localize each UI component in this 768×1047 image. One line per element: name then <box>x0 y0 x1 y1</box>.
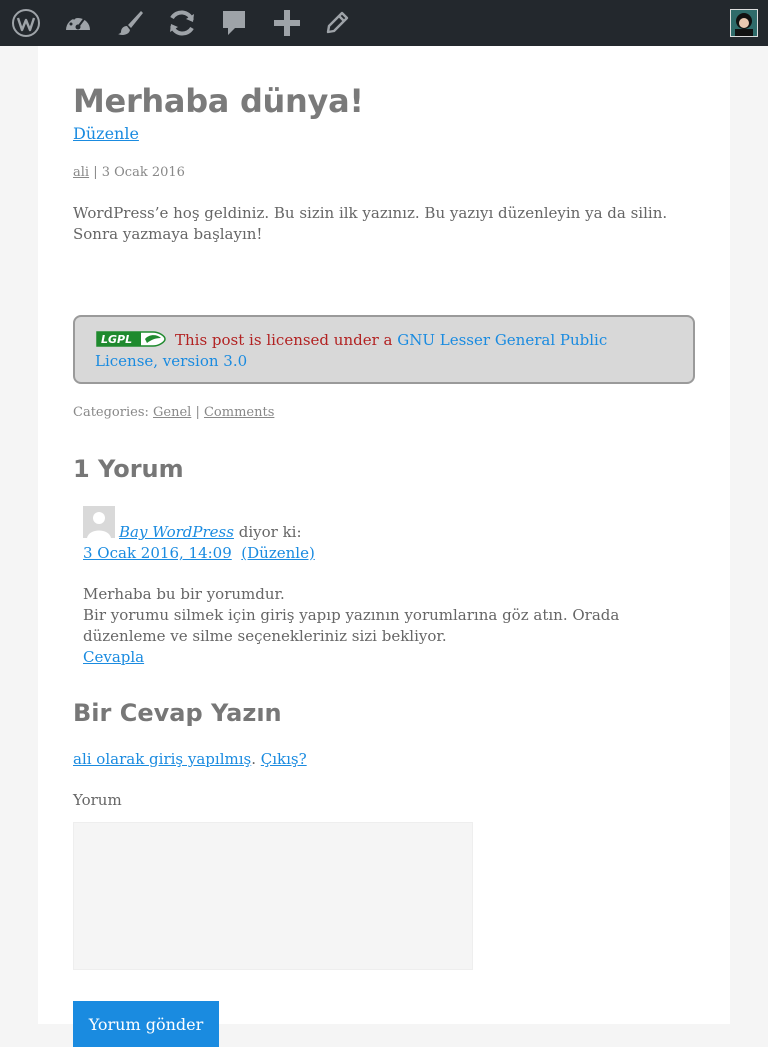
logged-in-dot: . <box>251 750 261 768</box>
comments-icon[interactable] <box>211 0 257 46</box>
svg-text:LGPL: LGPL <box>101 333 132 346</box>
dashboard-icon[interactable] <box>55 0 101 46</box>
license-box: LGPL This post is licensed under a GNU L… <box>73 315 695 384</box>
customize-icon[interactable] <box>107 0 153 46</box>
reply-link[interactable]: Cevapla <box>83 648 144 666</box>
comment-textarea[interactable] <box>73 822 473 970</box>
post-date: 3 Ocak 2016 <box>101 165 185 180</box>
meta-separator: | <box>89 165 102 180</box>
comment-line: Bir yorumu silmek için giriş yapıp yazın… <box>83 606 620 645</box>
reply-title: Bir Cevap Yazın <box>73 699 282 727</box>
post-body: WordPress’e hoş geldiniz. Bu sizin ilk y… <box>73 204 668 243</box>
edit-icon[interactable] <box>314 0 360 46</box>
comment-field-label: Yorum <box>73 791 122 809</box>
comments-title: 1 Yorum <box>73 455 184 483</box>
post-title: Merhaba dünya! <box>73 82 364 120</box>
logged-in-link[interactable]: ali olarak giriş yapılmış <box>73 750 251 768</box>
comments-link[interactable]: Comments <box>204 405 274 420</box>
post-categories: Categories: Genel | Comments <box>73 405 274 420</box>
comment-author-link[interactable]: Bay WordPress <box>119 523 234 541</box>
comment-line: Merhaba bu bir yorumdur. <box>83 585 285 603</box>
post-meta: ali | 3 Ocak 2016 <box>73 165 185 180</box>
submit-comment-button[interactable]: Yorum gönder <box>73 1001 219 1047</box>
license-text: This post is licensed under a <box>175 331 398 349</box>
author-link[interactable]: ali <box>73 165 89 180</box>
page-container: Merhaba dünya! Düzenle ali | 3 Ocak 2016… <box>38 46 730 1047</box>
comment-meta: 3 Ocak 2016, 14:09 (Düzenle) <box>83 543 315 564</box>
comment-edit-link[interactable]: (Düzenle) <box>241 544 315 562</box>
comment-author-line: Bay WordPress diyor ki: <box>119 522 302 543</box>
category-link[interactable]: Genel <box>153 405 191 420</box>
logged-in-as: ali olarak giriş yapılmış. Çıkış? <box>73 750 307 768</box>
comment-avatar <box>83 506 115 538</box>
comment-body: Merhaba bu bir yorumdur. Bir yorumu silm… <box>83 584 683 668</box>
updates-icon[interactable] <box>159 0 205 46</box>
new-content-icon[interactable] <box>264 0 310 46</box>
logout-link[interactable]: Çıkış? <box>261 750 307 768</box>
categories-label: Categories: <box>73 405 154 420</box>
comment-date-link[interactable]: 3 Ocak 2016, 14:09 <box>83 544 232 562</box>
edit-post-link[interactable]: Düzenle <box>73 124 139 143</box>
admin-bar <box>0 0 768 46</box>
wordpress-icon[interactable] <box>3 0 49 46</box>
categories-separator: | <box>191 405 204 420</box>
lgpl-logo: LGPL <box>95 330 167 348</box>
comment-says: diyor ki: <box>233 523 302 541</box>
user-avatar[interactable] <box>730 9 758 37</box>
